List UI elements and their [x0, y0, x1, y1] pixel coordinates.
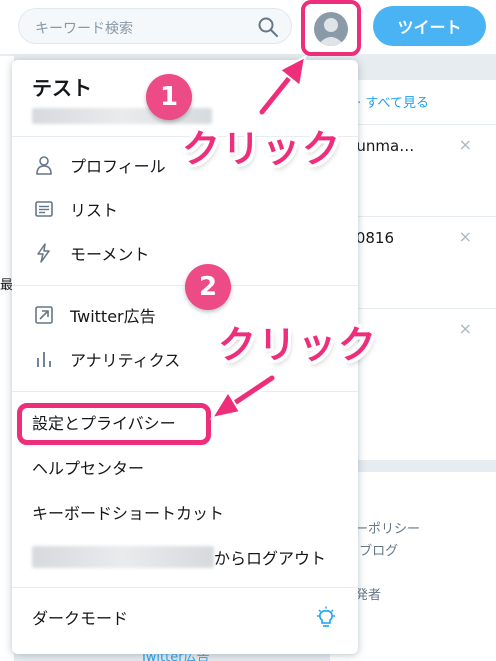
arrow-2-icon	[209, 373, 277, 420]
